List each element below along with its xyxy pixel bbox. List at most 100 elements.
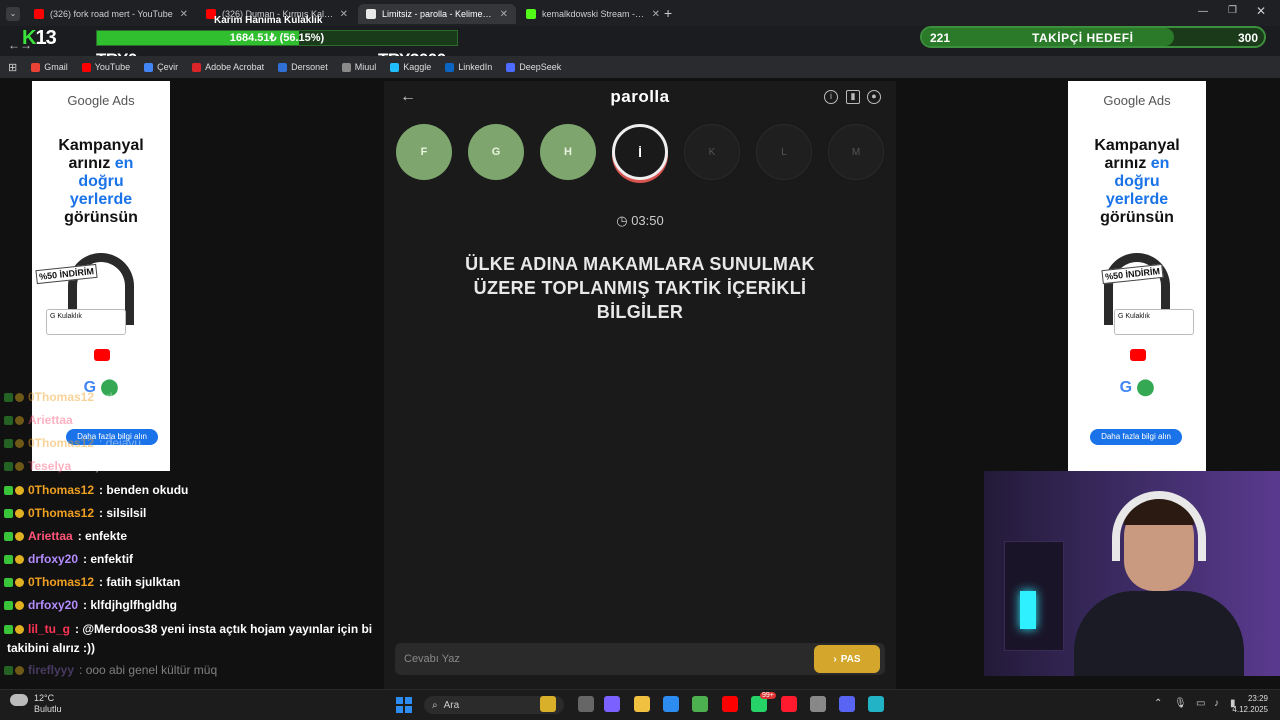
- bookmark-label: Kaggle: [403, 62, 432, 72]
- chat-username[interactable]: 0Thomas12: [28, 390, 94, 404]
- timer: ◷ 03:50: [600, 213, 680, 229]
- discord-icon[interactable]: [839, 696, 855, 712]
- edge-icon[interactable]: [868, 696, 884, 712]
- network-icon[interactable]: ▭: [1196, 698, 1205, 709]
- weather-widget[interactable]: 12°C Bulutlu: [34, 693, 62, 715]
- stats-icon[interactable]: ▮: [846, 90, 860, 104]
- opera-icon[interactable]: [781, 696, 797, 712]
- minimize-icon[interactable]: —: [1198, 6, 1208, 17]
- bookmark-icon: [506, 62, 516, 72]
- tab-search-icon[interactable]: ⌄: [6, 7, 20, 21]
- bookmark-item[interactable]: Dersonet: [278, 62, 328, 72]
- chat-text: : fatih sjulktan: [99, 575, 181, 589]
- chat-username[interactable]: drfoxy20: [28, 552, 78, 566]
- youtube-icon[interactable]: [722, 696, 738, 712]
- ad-headline: Kampanyal arınız en doğru yerlerde görün…: [58, 137, 144, 226]
- chat-username[interactable]: Ariettaa: [28, 413, 73, 427]
- bookmark-item[interactable]: LinkedIn: [445, 62, 492, 72]
- bookmark-item[interactable]: Çevir: [144, 62, 178, 72]
- search-icon: ⌕: [432, 699, 438, 711]
- back-icon[interactable]: ←: [8, 38, 20, 52]
- copilot-icon[interactable]: [604, 696, 620, 712]
- chat-badge-icon: [4, 577, 13, 587]
- chrome-icon[interactable]: [692, 696, 708, 712]
- bookmark-icon: [390, 62, 400, 72]
- pass-button[interactable]: › PAS: [814, 645, 880, 673]
- letter-circle-done: H: [540, 124, 596, 180]
- google-ads-logo: Google Ads: [1103, 93, 1171, 108]
- timer-value: 03:50: [631, 213, 664, 228]
- youtube-icon: [94, 349, 110, 361]
- close-window-icon[interactable]: ✕: [1256, 4, 1266, 18]
- ad-more-info-button[interactable]: Daha fazla bilgi alın: [1090, 429, 1182, 445]
- chevron-right-icon: ›: [833, 653, 837, 665]
- task-view-icon[interactable]: [578, 696, 594, 712]
- file-explorer-icon[interactable]: [540, 696, 556, 712]
- clock-icon: ◷: [616, 213, 628, 228]
- taskbar-clock[interactable]: 23:29 4.12.2025: [1232, 693, 1268, 715]
- browser-tab[interactable]: Limitsiz - parolla - Kelime oyun ✕: [358, 4, 516, 24]
- chat-badge-icon: [4, 508, 13, 518]
- chat-username[interactable]: 0Thomas12: [28, 506, 94, 520]
- chat-username[interactable]: drfoxy20: [28, 598, 78, 612]
- chat-badge-icon: [4, 531, 13, 541]
- browser-tab[interactable]: (326) fork road mert - YouTube ✕: [26, 4, 196, 24]
- bookmark-item[interactable]: Adobe Acrobat: [192, 62, 264, 72]
- page-title: parolla: [610, 87, 670, 106]
- info-icon[interactable]: i: [824, 90, 838, 104]
- chat-badge-icon: [4, 624, 13, 634]
- windows-start-icon[interactable]: [396, 697, 412, 713]
- new-tab-button[interactable]: +: [664, 5, 672, 21]
- chat-username[interactable]: lil_tu_g: [28, 622, 70, 636]
- chat-username[interactable]: Ariettaa: [28, 529, 73, 543]
- volume-icon[interactable]: ♪: [1214, 698, 1219, 709]
- profile-icon[interactable]: ●: [867, 90, 881, 104]
- browser-tab[interactable]: kemalkdowski Stream - Watch L ✕: [518, 4, 668, 24]
- bookmark-icon: [31, 62, 41, 72]
- close-tab-icon[interactable]: ✕: [652, 9, 660, 20]
- store-icon[interactable]: [663, 696, 679, 712]
- folder-icon[interactable]: [634, 696, 650, 712]
- answer-input[interactable]: [404, 648, 804, 670]
- bookmark-item[interactable]: Kaggle: [390, 62, 431, 72]
- chat-text: : döngü: [77, 413, 118, 427]
- bookmark-item[interactable]: Miuul: [341, 62, 376, 72]
- apps-grid-icon[interactable]: ⊞: [8, 61, 17, 74]
- chat-username[interactable]: 0Thomas12: [28, 436, 94, 450]
- tray-chevron-icon[interactable]: ⌃: [1154, 698, 1162, 709]
- chat-badge-icon: [4, 392, 13, 402]
- follower-goal-bar: 221 TAKİPÇİ HEDEFİ 300: [920, 26, 1266, 48]
- close-tab-icon[interactable]: ✕: [340, 9, 348, 20]
- maximize-icon[interactable]: ❐: [1228, 5, 1237, 16]
- bookmark-item[interactable]: YouTube: [81, 62, 130, 72]
- microphone-icon[interactable]: 🎙: [1174, 698, 1187, 709]
- back-arrow-icon[interactable]: ←: [400, 88, 416, 106]
- chat-username[interactable]: fireflyyy: [28, 663, 74, 677]
- webcam-light: [1020, 591, 1036, 629]
- follower-goal-label: TAKİPÇİ HEDEFİ: [1032, 31, 1134, 45]
- letter-circle-pending: L: [756, 124, 812, 180]
- bookmark-item[interactable]: Gmail: [31, 62, 68, 72]
- chat-badge-icon: [4, 415, 13, 425]
- close-tab-icon[interactable]: ✕: [500, 9, 508, 20]
- chat-message: 0Thomas12: dejavu: [4, 436, 141, 450]
- donation-ticker: Karım Hanıma Kulaklık: [214, 15, 323, 26]
- chat-badge-icon: [4, 438, 13, 448]
- chat-username[interactable]: 0Thomas12: [28, 483, 94, 497]
- chat-username[interactable]: 0Thomas12: [28, 575, 94, 589]
- donation-progress-bar: 1684.51₺ (56.15%): [96, 30, 458, 46]
- chat-badge-icon: [15, 485, 24, 495]
- chat-username[interactable]: Teselya: [28, 459, 71, 473]
- chat-badge-icon: [15, 392, 24, 402]
- ad-right[interactable]: Google Ads Kampanyal arınız en doğru yer…: [1068, 81, 1206, 471]
- chat-text: : @Merdoos38 yeni insta açtık hojam yayı…: [75, 622, 373, 636]
- bookmark-icon: [192, 62, 202, 72]
- close-tab-icon[interactable]: ✕: [180, 9, 188, 20]
- bookmark-item[interactable]: DeepSeek: [506, 62, 561, 72]
- bookmark-icon: [144, 62, 154, 72]
- steam-icon[interactable]: [810, 696, 826, 712]
- letter-circle-pending: K: [684, 124, 740, 180]
- chat-badge-icon: [15, 531, 24, 541]
- chat-message: takibini alırız :)): [4, 641, 95, 655]
- tab-title: kemalkdowski Stream - Watch L: [542, 9, 646, 19]
